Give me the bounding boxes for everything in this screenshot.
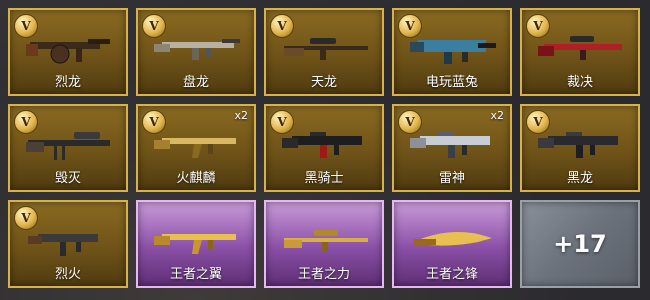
sniper-rifle-icon	[284, 38, 368, 60]
heavy-sniper-icon	[26, 132, 110, 160]
assault-rifle-icon	[154, 39, 240, 60]
weapon-card[interactable]: V x2 火麒麟	[136, 104, 256, 192]
ak-rifle-icon	[154, 234, 236, 254]
weapon-card[interactable]: V 烈火	[8, 200, 128, 288]
weapon-name: 王者之翼	[169, 267, 222, 282]
m4-rifle-icon	[538, 132, 618, 158]
more-items-button[interactable]: +17	[520, 200, 640, 288]
weapon-name: 王者之力	[297, 267, 350, 282]
sniper-rifle-icon	[538, 36, 622, 60]
weapon-name: 盘龙	[182, 75, 209, 90]
weapon-grid: V 烈龙 V 盘龙 V 天龙 V 电玩蓝兔 V 裁决 V 毁灭 V x2 火麒麟…	[8, 8, 640, 288]
weapon-name: 火麒麟	[176, 171, 216, 186]
m4-rifle-icon	[410, 132, 490, 158]
knife-icon	[414, 232, 492, 246]
weapon-card[interactable]: V 裁决	[520, 8, 640, 96]
smg-icon	[410, 40, 496, 64]
weapon-card[interactable]: V x2 雷神	[392, 104, 512, 192]
m4-rifle-icon	[282, 132, 362, 158]
ak-rifle-icon	[154, 138, 236, 158]
sniper-rifle-icon	[284, 230, 368, 252]
weapon-card[interactable]: 王者之力	[264, 200, 384, 288]
quantity-badge: x2	[490, 109, 504, 122]
weapon-name: 黑骑士	[304, 171, 344, 186]
weapon-card[interactable]: V 电玩蓝兔	[392, 8, 512, 96]
more-count: +17	[553, 230, 607, 258]
weapon-card[interactable]: V 盘龙	[136, 8, 256, 96]
weapon-name: 裁决	[566, 75, 593, 90]
weapon-name: 烈龙	[54, 75, 81, 90]
weapon-name: 毁灭	[54, 171, 81, 186]
weapon-name: 电玩蓝兔	[425, 75, 478, 90]
weapon-card[interactable]: V 毁灭	[8, 104, 128, 192]
weapon-card[interactable]: V 黑龙	[520, 104, 640, 192]
weapon-card[interactable]: 王者之翼	[136, 200, 256, 288]
weapon-card[interactable]: 王者之锋	[392, 200, 512, 288]
weapon-name: 雷神	[438, 171, 465, 186]
weapon-name: 天龙	[310, 75, 337, 90]
weapon-card[interactable]: V 天龙	[264, 8, 384, 96]
weapon-name: 王者之锋	[425, 267, 478, 282]
smg-icon	[28, 234, 98, 256]
weapon-card[interactable]: V 烈龙	[8, 8, 128, 96]
weapon-name: 黑龙	[566, 171, 593, 186]
weapon-name: 烈火	[54, 267, 81, 282]
weapon-card[interactable]: V 黑骑士	[264, 104, 384, 192]
tommy-gun-icon	[26, 39, 110, 64]
quantity-badge: x2	[234, 109, 248, 122]
